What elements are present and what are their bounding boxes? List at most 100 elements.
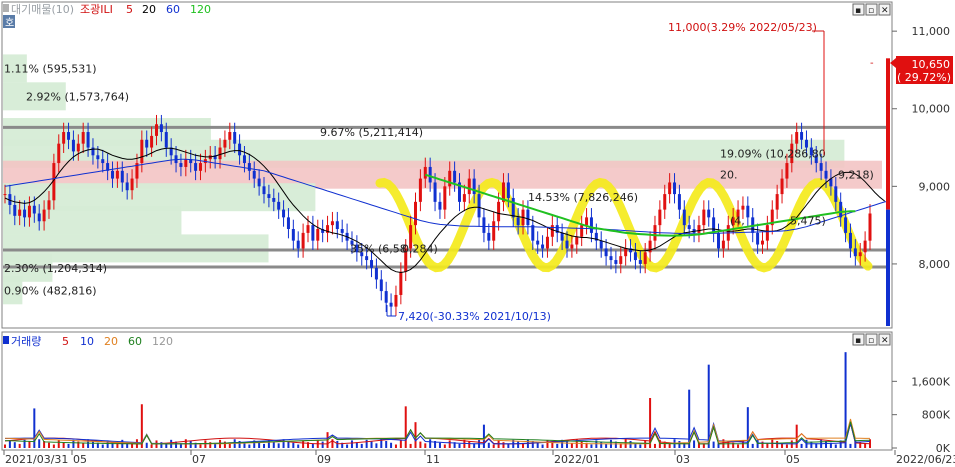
volume-bar-68 bbox=[336, 441, 339, 448]
volume-bar-143 bbox=[702, 443, 705, 448]
minimize-icon: ▪ bbox=[855, 6, 861, 16]
candle-body-110 bbox=[541, 244, 545, 249]
candle-body-52 bbox=[257, 178, 261, 187]
candle-body-145 bbox=[712, 217, 716, 233]
volume-bar-85 bbox=[419, 441, 422, 448]
volume-bar-170 bbox=[834, 444, 837, 448]
volume-bar-175 bbox=[859, 441, 862, 448]
candle-body-125 bbox=[614, 260, 618, 264]
volume-bar-99 bbox=[487, 442, 490, 448]
candle-body-159 bbox=[780, 178, 784, 195]
volume-bar-76 bbox=[375, 443, 378, 448]
candle-body-143 bbox=[702, 209, 706, 226]
candle-body-115 bbox=[565, 240, 569, 249]
legend-vol-ma60[interactable]: 60 bbox=[128, 335, 142, 348]
vp-label-3: 19.09% (10,286,80 bbox=[720, 148, 826, 161]
legend-ma60[interactable]: 60 bbox=[166, 3, 180, 16]
candle-body-122 bbox=[599, 240, 603, 249]
candle-body-168 bbox=[824, 170, 828, 179]
volume-bar-87 bbox=[429, 439, 432, 448]
candle-body-26 bbox=[130, 178, 134, 191]
volume-bar-100 bbox=[492, 444, 495, 448]
legend-vol-ma10[interactable]: 10 bbox=[80, 335, 94, 348]
candle-body-39 bbox=[194, 163, 198, 171]
volume-bar-102 bbox=[502, 442, 505, 448]
vp-label-tail-7: 0,284) bbox=[402, 242, 438, 255]
candle-body-138 bbox=[677, 194, 681, 210]
legend-vol-ma120[interactable]: 120 bbox=[152, 335, 173, 348]
legend-ma5[interactable]: 5 bbox=[126, 3, 133, 16]
volume-bar-150 bbox=[737, 444, 740, 448]
legend-volume-profile[interactable]: 대기매물(10) bbox=[11, 3, 74, 16]
candle-body-86 bbox=[423, 166, 427, 179]
volume-bar-89 bbox=[438, 442, 441, 448]
low-annotation: 7,420(-30.33% 2021/10/13) bbox=[398, 310, 551, 323]
candle-body-124 bbox=[609, 256, 613, 261]
candle-body-64 bbox=[316, 229, 320, 241]
vp-label-4: 20. bbox=[720, 169, 738, 182]
volume-bar-105 bbox=[517, 441, 520, 448]
candle-body-53 bbox=[262, 186, 266, 195]
candle-body-90 bbox=[443, 186, 447, 210]
candle-body-140 bbox=[687, 225, 691, 230]
price-panel-toggle-label: 호 bbox=[5, 17, 14, 29]
candle-body-170 bbox=[834, 186, 838, 202]
vp-label-8: 2.30% (1,204,314) bbox=[4, 262, 107, 275]
candle-body-162 bbox=[795, 132, 799, 144]
volume-bar-153 bbox=[751, 443, 754, 448]
candle-body-96 bbox=[472, 178, 476, 195]
volume-panel-window-buttons: ▪ ▫ ✕ bbox=[852, 333, 891, 346]
candle-body-144 bbox=[707, 209, 711, 218]
volume-bar-163 bbox=[800, 443, 803, 448]
candle-body-0 bbox=[3, 194, 7, 196]
candle-body-104 bbox=[511, 197, 515, 218]
candle-body-79 bbox=[389, 302, 393, 307]
candle-body-44 bbox=[218, 147, 222, 160]
legend-vol-ma5[interactable]: 5 bbox=[62, 335, 69, 348]
date-tick-label-2: 07 bbox=[192, 453, 206, 466]
volume-bar-130 bbox=[639, 444, 642, 448]
candle-body-50 bbox=[247, 163, 251, 171]
candle-body-49 bbox=[242, 155, 246, 164]
volume-bar-116 bbox=[570, 443, 573, 448]
volume-bar-55 bbox=[272, 441, 275, 448]
candle-body-111 bbox=[545, 236, 549, 249]
legend-ma120[interactable]: 120 bbox=[190, 3, 211, 16]
candle-body-116 bbox=[570, 244, 574, 249]
volume-tick-label-0: 1,600K bbox=[911, 375, 950, 388]
candle-body-147 bbox=[721, 240, 725, 249]
legend-ma20[interactable]: 20 bbox=[142, 3, 156, 16]
candle-body-40 bbox=[198, 163, 202, 171]
volume-bar-123 bbox=[605, 443, 608, 448]
volume-bar-61 bbox=[302, 440, 305, 448]
volume-bar-46 bbox=[228, 443, 231, 448]
volume-bar-73 bbox=[360, 443, 363, 448]
candle-body-25 bbox=[125, 182, 129, 191]
candle-body-134 bbox=[658, 209, 662, 226]
candle-body-61 bbox=[301, 232, 305, 249]
candle-body-101 bbox=[497, 201, 501, 222]
date-tick-label-7: 05 bbox=[786, 453, 800, 466]
legend-vol-ma20[interactable]: 20 bbox=[104, 335, 118, 348]
candle-body-13 bbox=[67, 132, 71, 140]
candle-body-146 bbox=[717, 232, 721, 249]
volume-bar-38 bbox=[189, 441, 192, 448]
legend-volume[interactable]: 거래량 bbox=[11, 335, 41, 348]
vp-label-7: 35% (6,58 bbox=[350, 242, 407, 255]
date-tick-label-5: 2022/01 bbox=[554, 453, 600, 466]
volume-bar-176 bbox=[864, 443, 867, 448]
volume-bar-110 bbox=[541, 444, 544, 448]
candle-body-174 bbox=[853, 248, 857, 257]
candle-body-23 bbox=[115, 170, 119, 179]
vp-label-0: 1.11% (595,531) bbox=[4, 62, 97, 75]
candle-body-135 bbox=[663, 194, 667, 210]
volume-bar-160 bbox=[785, 444, 788, 448]
price-axis-marker: - bbox=[870, 58, 874, 69]
candle-body-123 bbox=[604, 248, 608, 257]
volume-bar-128 bbox=[629, 441, 632, 448]
legend-stock-name[interactable]: 조광ILI bbox=[80, 3, 113, 16]
volume-bar-118 bbox=[580, 441, 583, 448]
candle-body-142 bbox=[697, 225, 701, 233]
volume-bar-20 bbox=[101, 444, 104, 448]
volume-bar-5 bbox=[28, 441, 31, 448]
